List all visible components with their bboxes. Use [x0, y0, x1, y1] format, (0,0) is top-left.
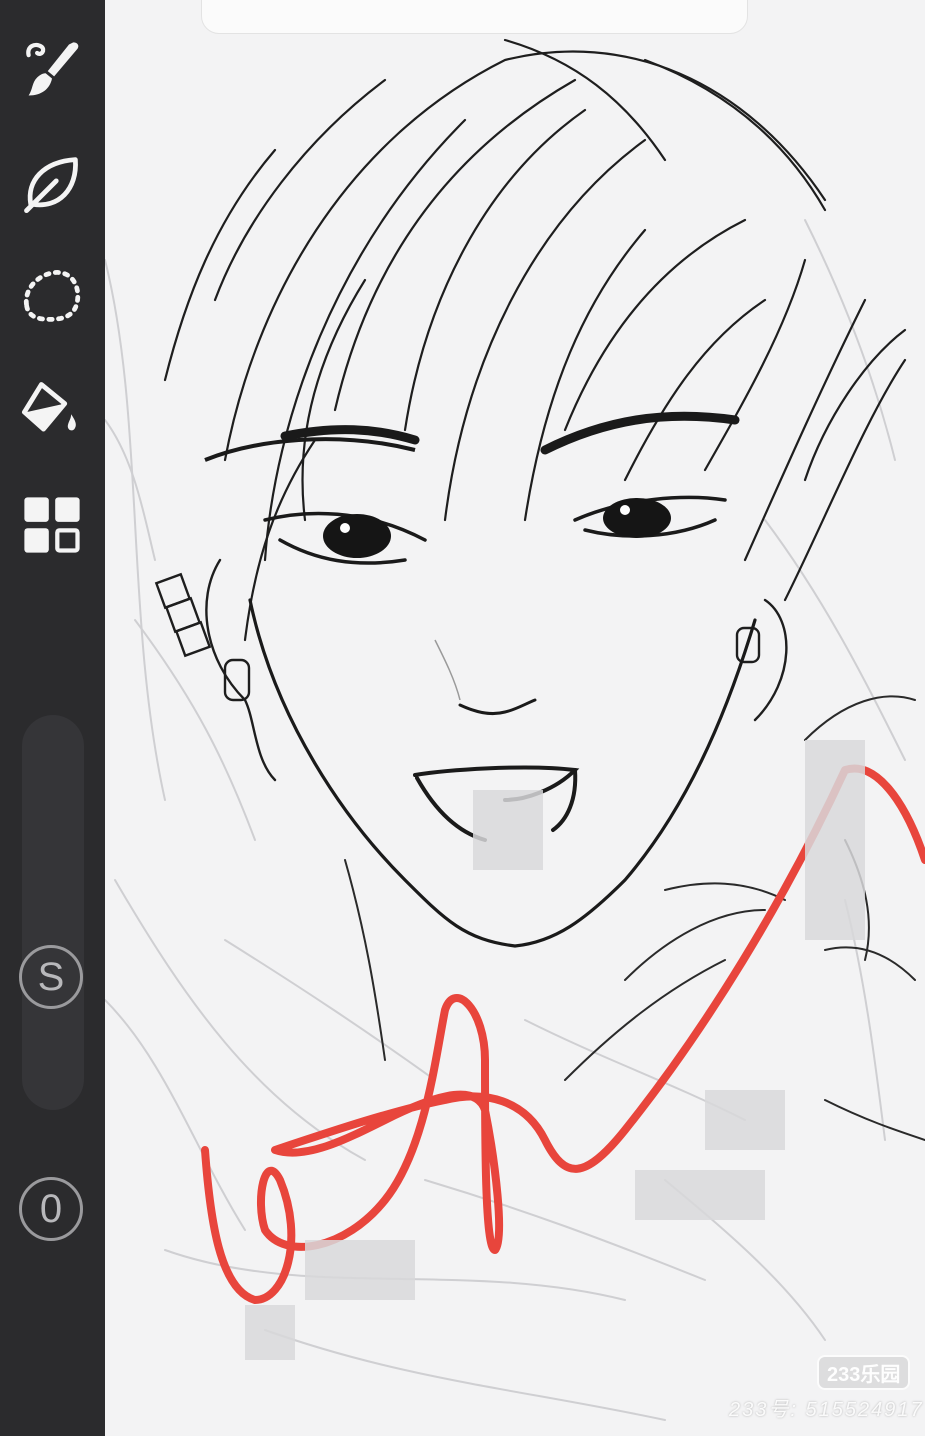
layers-tool-button[interactable] — [14, 487, 90, 563]
mosaic-block — [473, 790, 543, 870]
paint-bucket-icon — [21, 382, 76, 432]
lasso-icon — [23, 270, 81, 322]
toolbar-sidebar: S 0 — [0, 0, 105, 1436]
mosaic-block — [635, 1170, 765, 1220]
brush-tool-button[interactable] — [14, 32, 90, 108]
watermark-id: 233号: 515524917 — [729, 1399, 924, 1421]
paintbrush-icon — [26, 42, 79, 96]
leaf-icon — [24, 157, 78, 214]
layers-grid-icon — [24, 497, 80, 553]
mosaic-block — [805, 740, 865, 940]
watermark-badge: 233乐园 — [817, 1355, 911, 1390]
smudge-tool-button[interactable] — [14, 145, 90, 221]
brush-size-slider[interactable] — [22, 715, 84, 1110]
brush-opacity-button[interactable]: 0 — [19, 1177, 83, 1241]
fill-tool-button[interactable] — [14, 372, 90, 448]
selection-tool-button[interactable] — [14, 258, 90, 334]
top-toolbar[interactable] — [201, 0, 748, 34]
brush-size-button[interactable]: S — [19, 945, 83, 1009]
mosaic-block — [705, 1090, 785, 1150]
drawing-canvas[interactable]: 233乐园 233号: 515524917 — [105, 0, 925, 1436]
drawing-app: S 0 233乐园 233号: 515524917 — [0, 0, 925, 1436]
mosaic-block — [245, 1305, 295, 1360]
mosaic-block — [305, 1240, 415, 1300]
sketch-artwork — [105, 38, 925, 1421]
